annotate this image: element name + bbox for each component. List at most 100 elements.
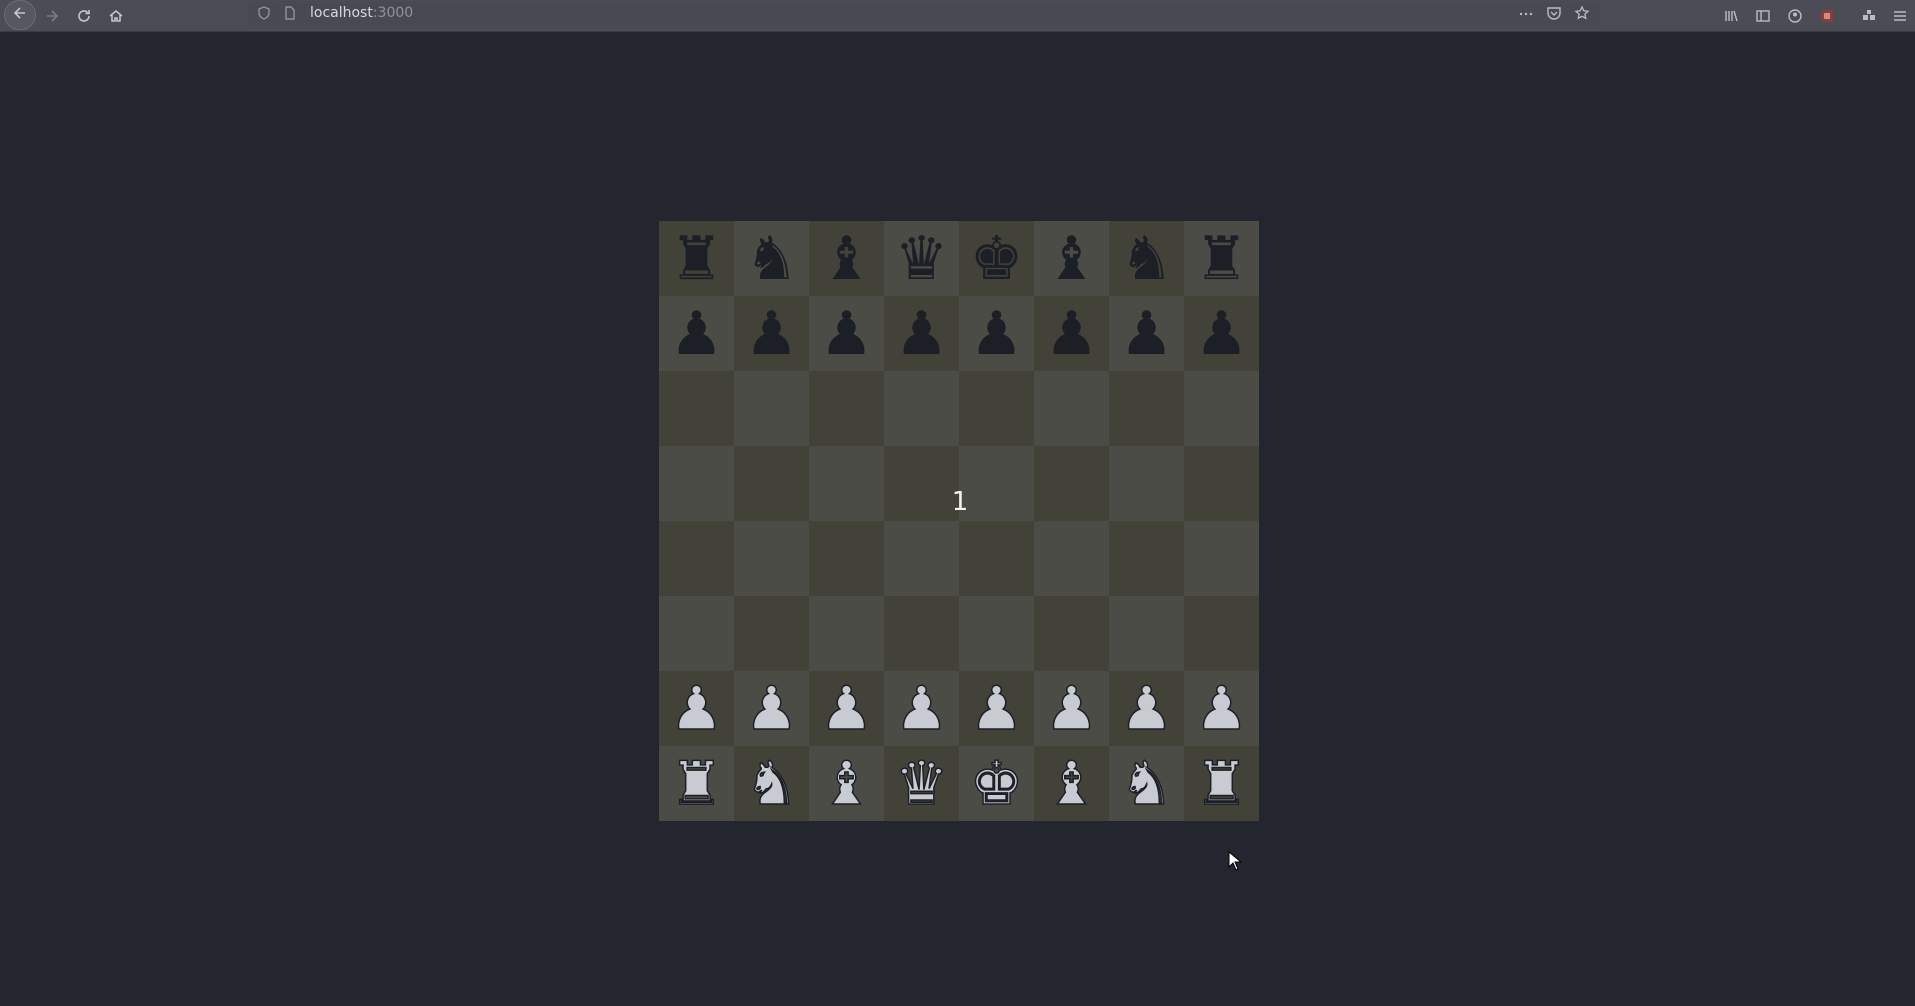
square-h4[interactable] [1184,521,1259,596]
white-pawn-icon[interactable]: ♟ [669,678,724,740]
black-bishop-icon[interactable]: ♝ [1045,229,1099,289]
back-arrow-icon[interactable] [4,0,36,30]
square-f7[interactable]: ♟ [1034,296,1109,371]
square-c4[interactable] [809,521,884,596]
square-b6[interactable] [734,371,809,446]
square-h5[interactable] [1184,446,1259,521]
square-d6[interactable] [884,371,959,446]
square-f8[interactable]: ♝ [1034,221,1109,296]
white-pawn-icon[interactable]: ♟ [819,678,874,740]
square-h3[interactable] [1184,596,1259,671]
white-pawn-icon[interactable]: ♟ [744,678,799,740]
black-pawn-icon[interactable]: ♟ [820,304,874,364]
square-g7[interactable]: ♟ [1109,296,1184,371]
bookmark-star-icon[interactable] [1570,1,1594,25]
square-h2[interactable]: ♟ [1184,671,1259,746]
square-d3[interactable] [884,596,959,671]
black-knight-icon[interactable]: ♞ [745,229,799,289]
square-c6[interactable] [809,371,884,446]
white-rook-icon[interactable]: ♜ [669,753,724,815]
square-b3[interactable] [734,596,809,671]
square-a7[interactable]: ♟ [659,296,734,371]
square-b4[interactable] [734,521,809,596]
square-f3[interactable] [1034,596,1109,671]
white-knight-icon[interactable]: ♞ [744,753,799,815]
square-g4[interactable] [1109,521,1184,596]
black-pawn-icon[interactable]: ♟ [1195,304,1249,364]
black-rook-icon[interactable]: ♜ [670,229,724,289]
white-knight-icon[interactable]: ♞ [1119,753,1174,815]
sidebar-icon[interactable] [1751,4,1775,28]
black-pawn-icon[interactable]: ♟ [1120,304,1174,364]
square-h7[interactable]: ♟ [1184,296,1259,371]
square-g2[interactable]: ♟ [1109,671,1184,746]
square-d7[interactable]: ♟ [884,296,959,371]
square-e4[interactable] [959,521,1034,596]
black-pawn-icon[interactable]: ♟ [670,304,724,364]
square-h8[interactable]: ♜ [1184,221,1259,296]
square-e8[interactable]: ♚ [959,221,1034,296]
square-g8[interactable]: ♞ [1109,221,1184,296]
white-rook-icon[interactable]: ♜ [1194,753,1249,815]
square-c8[interactable]: ♝ [809,221,884,296]
square-a5[interactable] [659,446,734,521]
white-pawn-icon[interactable]: ♟ [894,678,949,740]
square-f5[interactable] [1034,446,1109,521]
black-pawn-icon[interactable]: ♟ [1045,304,1099,364]
square-b7[interactable]: ♟ [734,296,809,371]
square-e6[interactable] [959,371,1034,446]
square-e7[interactable]: ♟ [959,296,1034,371]
hamburger-menu-icon[interactable] [1888,4,1912,28]
library-icon[interactable] [1719,4,1743,28]
square-a4[interactable] [659,521,734,596]
pocket-icon[interactable] [1542,1,1566,25]
white-pawn-icon[interactable]: ♟ [1119,678,1174,740]
white-king-icon[interactable]: ♚ [969,753,1024,815]
white-bishop-icon[interactable]: ♝ [819,753,874,815]
square-b8[interactable]: ♞ [734,221,809,296]
square-f1[interactable]: ♝ [1034,746,1109,821]
white-pawn-icon[interactable]: ♟ [969,678,1024,740]
square-c7[interactable]: ♟ [809,296,884,371]
square-f6[interactable] [1034,371,1109,446]
white-bishop-icon[interactable]: ♝ [1044,753,1099,815]
black-king-icon[interactable]: ♚ [970,229,1024,289]
square-d2[interactable]: ♟ [884,671,959,746]
home-icon[interactable] [104,4,128,28]
more-icon[interactable] [1514,1,1538,25]
square-c5[interactable] [809,446,884,521]
square-b5[interactable] [734,446,809,521]
square-b2[interactable]: ♟ [734,671,809,746]
white-queen-icon[interactable]: ♛ [894,753,949,815]
black-pawn-icon[interactable]: ♟ [970,304,1024,364]
square-d8[interactable]: ♛ [884,221,959,296]
black-pawn-icon[interactable]: ♟ [745,304,799,364]
black-queen-icon[interactable]: ♛ [895,229,949,289]
square-e3[interactable] [959,596,1034,671]
addons-icon[interactable] [1857,4,1881,28]
square-d4[interactable] [884,521,959,596]
square-h1[interactable]: ♜ [1184,746,1259,821]
square-e1[interactable]: ♚ [959,746,1034,821]
black-pawn-icon[interactable]: ♟ [895,304,949,364]
forward-arrow-icon[interactable] [40,4,64,28]
square-h6[interactable] [1184,371,1259,446]
black-knight-icon[interactable]: ♞ [1120,229,1174,289]
account-icon[interactable] [1783,4,1807,28]
square-a3[interactable] [659,596,734,671]
square-a1[interactable]: ♜ [659,746,734,821]
square-g6[interactable] [1109,371,1184,446]
square-b1[interactable]: ♞ [734,746,809,821]
url-bar[interactable]: localhost:3000 [248,1,1600,25]
white-pawn-icon[interactable]: ♟ [1044,678,1099,740]
square-g3[interactable] [1109,596,1184,671]
black-bishop-icon[interactable]: ♝ [820,229,874,289]
square-a6[interactable] [659,371,734,446]
square-f4[interactable] [1034,521,1109,596]
square-g1[interactable]: ♞ [1109,746,1184,821]
black-rook-icon[interactable]: ♜ [1195,229,1249,289]
square-c1[interactable]: ♝ [809,746,884,821]
square-d1[interactable]: ♛ [884,746,959,821]
square-c3[interactable] [809,596,884,671]
square-g5[interactable] [1109,446,1184,521]
